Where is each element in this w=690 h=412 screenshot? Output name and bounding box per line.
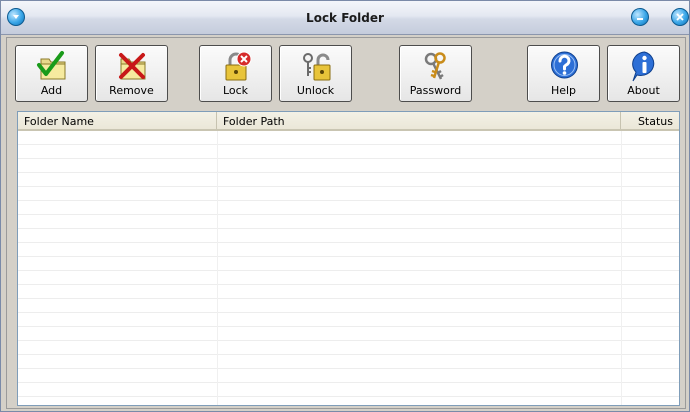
- column-divider: [217, 131, 218, 405]
- about-button[interactable]: About: [607, 45, 680, 102]
- help-button[interactable]: Help: [527, 45, 600, 102]
- list-body[interactable]: [18, 131, 679, 405]
- title-bar[interactable]: Lock Folder: [1, 1, 689, 35]
- unlock-keys-icon: [303, 53, 331, 81]
- minimize-icon: [637, 18, 643, 20]
- help-button-label: Help: [550, 84, 577, 97]
- remove-button-label: Remove: [109, 84, 154, 97]
- add-button-label: Add: [40, 84, 63, 97]
- folder-list[interactable]: Folder Name Folder Path Status: [17, 111, 680, 406]
- password-button[interactable]: Password: [399, 45, 472, 102]
- minimize-button[interactable]: [631, 8, 649, 26]
- password-button-label: Password: [409, 84, 462, 97]
- close-icon: [676, 13, 684, 21]
- lock-button-label: Lock: [222, 84, 249, 97]
- remove-button[interactable]: Remove: [95, 45, 168, 102]
- column-header-status[interactable]: Status: [621, 112, 679, 129]
- about-button-label: About: [627, 84, 660, 97]
- folder-x-icon: [119, 53, 146, 80]
- column-header-folder-path[interactable]: Folder Path: [217, 112, 621, 129]
- lock-button[interactable]: Lock: [199, 45, 272, 102]
- column-divider: [621, 131, 622, 405]
- add-button[interactable]: Add: [15, 45, 88, 102]
- window-title: Lock Folder: [306, 11, 384, 25]
- close-button[interactable]: [671, 8, 689, 26]
- column-header-folder-name[interactable]: Folder Name: [18, 112, 217, 129]
- lock-icon: [225, 51, 252, 81]
- info-icon: [632, 51, 655, 82]
- list-header: Folder Name Folder Path Status: [18, 112, 679, 131]
- main-window: Lock Folder Add Remove Lock Unlock Passw…: [0, 0, 690, 412]
- unlock-button[interactable]: Unlock: [279, 45, 352, 102]
- folder-check-icon: [37, 51, 66, 80]
- unlock-button-label: Unlock: [296, 84, 335, 97]
- keys-icon: [424, 52, 446, 80]
- help-icon: [551, 51, 578, 79]
- client-area: Add Remove Lock Unlock Password Help Abo…: [6, 37, 686, 409]
